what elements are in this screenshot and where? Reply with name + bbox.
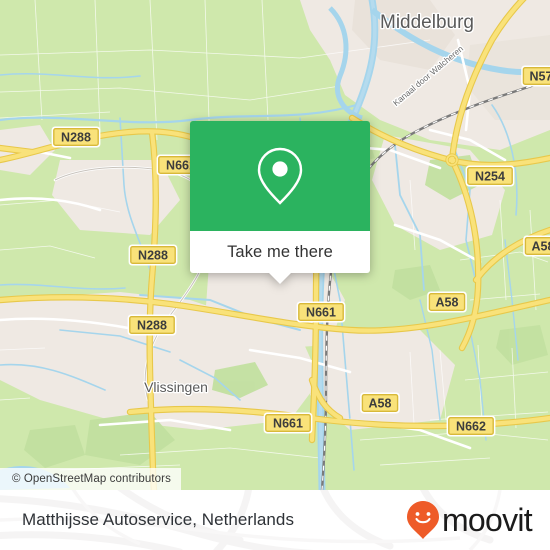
map-popup-card[interactable]: Take me there bbox=[190, 121, 370, 284]
road-shield-label: N57 bbox=[530, 70, 550, 84]
road-shield: N661 bbox=[263, 412, 313, 434]
road-shield: N288 bbox=[51, 126, 101, 148]
road-shield: N288 bbox=[127, 314, 177, 336]
map-place-label: Vlissingen bbox=[144, 379, 208, 395]
road-shield-label: A58 bbox=[369, 397, 392, 411]
road-shield: N662 bbox=[446, 415, 496, 437]
popup-icon-panel bbox=[190, 121, 370, 231]
road-shield: N288 bbox=[128, 244, 178, 266]
road-shield-label: N288 bbox=[61, 131, 91, 145]
road-shield: N57 bbox=[521, 65, 550, 87]
popup-action-panel[interactable]: Take me there bbox=[190, 231, 370, 284]
map-place-label: Middelburg bbox=[380, 12, 474, 33]
road-shield: A58 bbox=[523, 235, 550, 257]
map-pin-icon bbox=[253, 145, 307, 207]
moovit-logo[interactable]: moovit bbox=[406, 500, 533, 540]
moovit-pin-smiley-icon bbox=[406, 501, 439, 539]
osm-attribution-text: © OpenStreetMap contributors bbox=[12, 473, 171, 485]
road-shield: N254 bbox=[465, 165, 515, 187]
moovit-wordmark: moovit bbox=[441, 502, 533, 538]
road-shield-label: N661 bbox=[273, 417, 303, 431]
road-shield-label: N254 bbox=[475, 170, 505, 184]
road-shield: N661 bbox=[296, 301, 346, 323]
road-shield-label: A58 bbox=[436, 296, 459, 310]
map-page: Middelburg Vlissingen Kanaal door Walchere… bbox=[0, 0, 550, 550]
road-shield: A58 bbox=[427, 291, 467, 313]
road-shield: A58 bbox=[360, 392, 400, 414]
page-title: Matthijsse Autoservice, Netherlands bbox=[22, 510, 294, 529]
map-canvas[interactable]: Middelburg Vlissingen Kanaal door Walchere… bbox=[0, 0, 550, 490]
footer-bar: Matthijsse Autoservice, Netherlands moov… bbox=[0, 490, 550, 550]
osm-attribution[interactable]: © OpenStreetMap contributors bbox=[0, 468, 181, 490]
road-shield-label: N288 bbox=[137, 319, 167, 333]
take-me-there-label: Take me there bbox=[227, 242, 333, 261]
road-shield-label: N662 bbox=[456, 420, 486, 434]
road-shield-label: N661 bbox=[306, 306, 336, 320]
road-shield-label: N288 bbox=[138, 249, 168, 263]
popup-pointer bbox=[269, 273, 291, 284]
road-shield-label: A58 bbox=[532, 240, 550, 254]
